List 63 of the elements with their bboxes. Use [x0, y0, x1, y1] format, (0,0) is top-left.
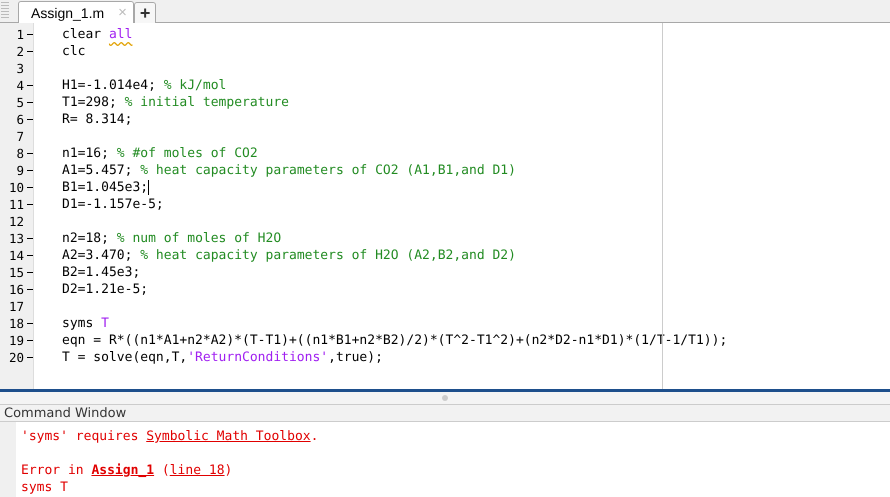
breakpoint-marker[interactable]	[27, 119, 33, 120]
breakpoint-marker[interactable]	[27, 102, 33, 103]
code-line: clear all	[62, 27, 132, 42]
line-number: 9	[15, 163, 24, 178]
breakpoint-marker[interactable]	[27, 289, 33, 290]
breakpoint-marker[interactable]	[27, 340, 33, 341]
line-number: 19	[8, 333, 24, 348]
code-line: B2=1.45e3;	[62, 265, 140, 280]
error-link[interactable]: line 18	[170, 463, 225, 478]
line-number: 17	[8, 299, 24, 314]
breakpoint-marker[interactable]	[27, 204, 33, 205]
line-number: 18	[8, 316, 24, 331]
line-number: 7	[15, 129, 24, 144]
code-line: D2=1.21e-5;	[62, 282, 148, 297]
error-message: 'syms' requires Symbolic Math Toolbox.	[21, 429, 318, 444]
code-line: R= 8.314;	[62, 112, 132, 127]
code-line: n1=16; % #of moles of CO2	[62, 146, 258, 161]
line-number: 3	[15, 61, 24, 76]
breakpoint-marker[interactable]	[27, 238, 33, 239]
line-number: 11	[8, 197, 24, 212]
code-line: syms T	[62, 316, 109, 331]
error-link[interactable]: Symbolic Math Toolbox	[146, 429, 311, 444]
line-number: 12	[8, 214, 24, 229]
line-number: 6	[15, 112, 24, 127]
breakpoint-marker[interactable]	[27, 357, 33, 358]
code-line: D1=-1.157e-5;	[62, 197, 164, 212]
code-line: A2=3.470; % heat capacity parameters of H2O (A2,B2,and D2)	[62, 248, 516, 263]
line-number: 20	[8, 350, 24, 365]
code-line: H1=-1.014e4; % kJ/mol	[62, 78, 226, 93]
breakpoint-marker[interactable]	[27, 34, 33, 35]
breakpoint-marker[interactable]	[27, 170, 33, 171]
breakpoint-marker[interactable]	[27, 51, 33, 52]
error-message: Error in Assign_1 (line 18)	[21, 463, 232, 478]
line-number: 8	[15, 146, 24, 161]
line-number: 15	[8, 265, 24, 280]
splitter-handle-icon[interactable]	[442, 395, 448, 401]
line-number: 1	[15, 27, 24, 42]
breakpoint-marker[interactable]	[27, 255, 33, 256]
line-number: 16	[8, 282, 24, 297]
splitter-bar[interactable]	[0, 392, 890, 405]
line-number: 4	[15, 78, 24, 93]
breakpoint-marker[interactable]	[27, 323, 33, 324]
line-number: 2	[15, 44, 24, 59]
breakpoint-marker[interactable]	[27, 187, 33, 188]
line-number: 5	[15, 95, 24, 110]
editor-tab[interactable]: Assign_1.m ×	[18, 1, 134, 23]
error-message: syms T	[21, 480, 68, 495]
code-line: T1=298; % initial temperature	[62, 95, 289, 110]
error-link[interactable]: Assign_1	[91, 463, 154, 478]
code-line: B1=1.045e3;	[62, 180, 148, 195]
line-number: 10	[8, 180, 24, 195]
breakpoint-marker[interactable]	[27, 153, 33, 154]
code-line: clc	[62, 44, 86, 59]
line-number: 13	[8, 231, 24, 246]
code-line: T = solve(eqn,T,'ReturnConditions',true);	[62, 350, 383, 365]
breakpoint-marker[interactable]	[27, 272, 33, 273]
code-line: n2=18; % num of moles of H2O	[62, 231, 282, 246]
line-number: 14	[8, 248, 24, 263]
new-tab-button[interactable]: +	[134, 2, 156, 23]
code-line: A1=5.457; % heat capacity parameters of CO2 (A1,B1,and D1)	[62, 163, 516, 178]
breakpoint-marker[interactable]	[27, 85, 33, 86]
code-line: eqn = R*((n1*A1+n2*A2)*(T-T1)+((n1*B1+n2*B2)/2)*(T^2-T1^2)+(n2*D2-n1*D1)*(1/T-1/T1));	[62, 333, 728, 348]
panel-title: Command Window	[4, 406, 126, 420]
